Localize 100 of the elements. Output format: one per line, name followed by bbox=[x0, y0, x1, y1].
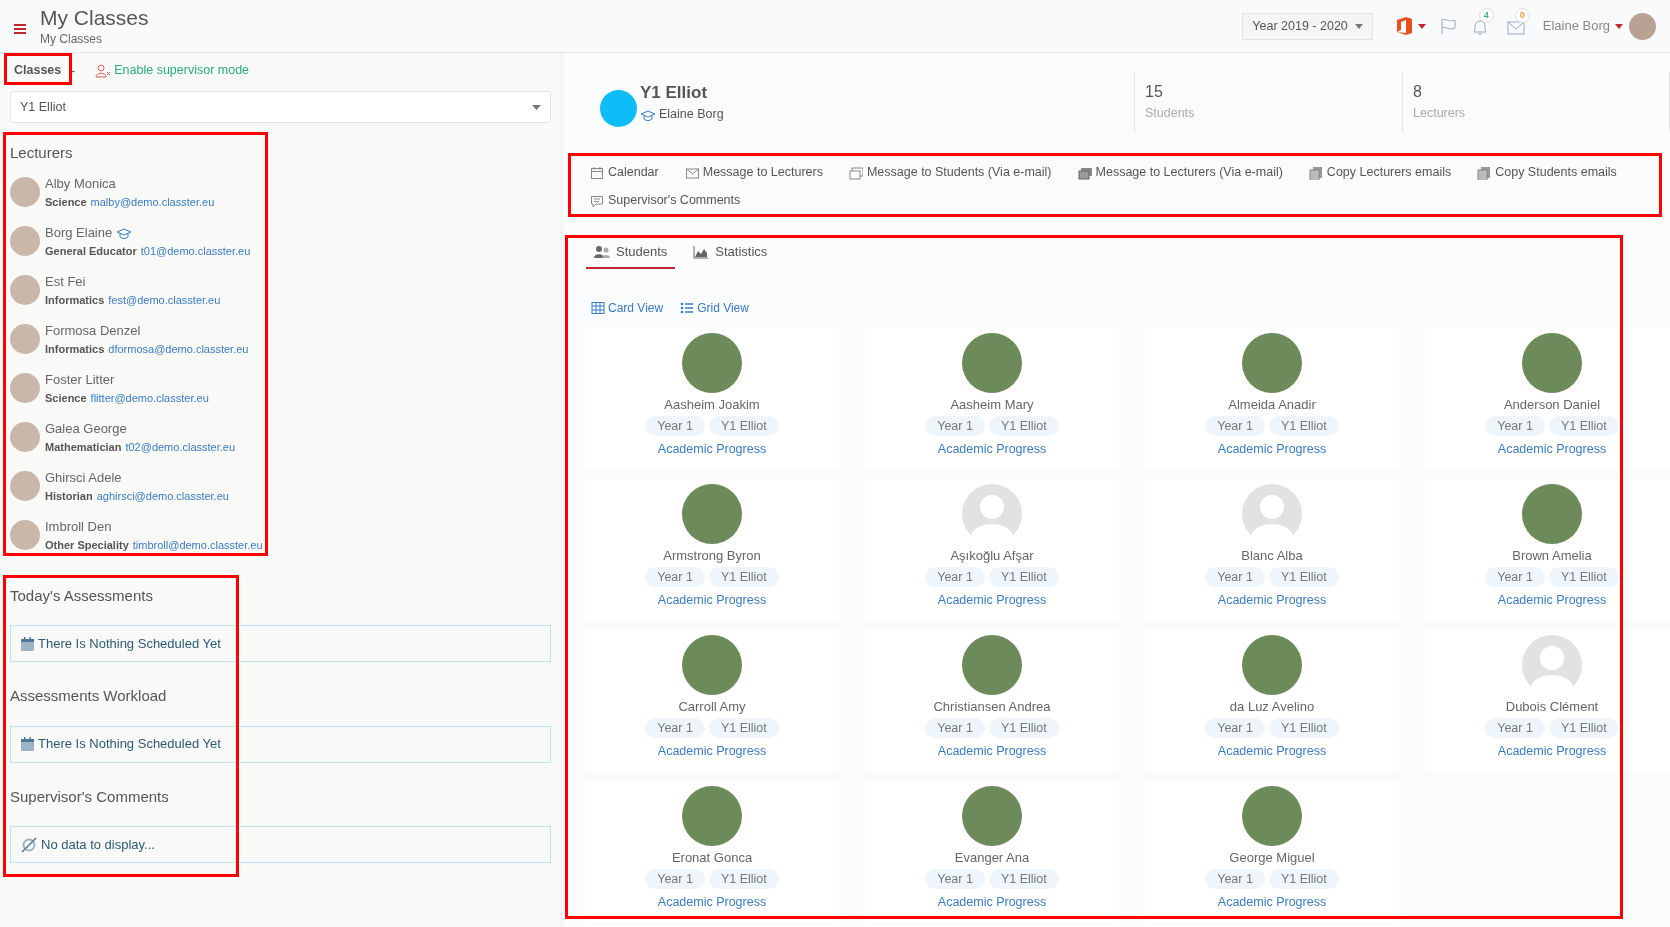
student-name: Eronat Gonca bbox=[671, 849, 753, 867]
caret-icon bbox=[1354, 23, 1363, 29]
academic-progress-link[interactable]: Academic Progress bbox=[1217, 741, 1327, 761]
lecturer-avatar bbox=[10, 177, 40, 207]
student-name: Evanger Ana bbox=[954, 849, 1030, 867]
lecturer-avatar bbox=[10, 422, 40, 452]
academic-progress-link[interactable]: Academic Progress bbox=[937, 590, 1047, 610]
breadcrumb: My Classes bbox=[40, 31, 103, 47]
tab[interactable]: Statistics bbox=[685, 236, 776, 269]
action-button[interactable]: Copy Students emails bbox=[1477, 158, 1617, 187]
annotation-frame bbox=[4, 53, 72, 85]
copy-icon bbox=[1308, 165, 1323, 180]
academic-progress-link[interactable]: Academic Progress bbox=[657, 741, 767, 761]
user-remove-icon bbox=[95, 63, 112, 78]
calendar-icon bbox=[21, 636, 34, 651]
empty-state-notice: No data to display... bbox=[10, 826, 551, 863]
empty-set-icon bbox=[21, 836, 37, 853]
lecturer-specialty: Informatics bbox=[45, 292, 105, 308]
action-button[interactable]: Message to Lecturers (Via e-mail) bbox=[1077, 158, 1283, 187]
bell-icon bbox=[1470, 19, 1489, 36]
academic-progress-link[interactable]: Academic Progress bbox=[937, 741, 1047, 761]
student-name: Aşıkoğlu Afşar bbox=[950, 547, 1034, 565]
section-title: Today's Assessments bbox=[10, 585, 154, 606]
class-tag: Y1 Elliot bbox=[708, 415, 779, 436]
academic-progress-link[interactable]: Academic Progress bbox=[1497, 590, 1607, 610]
action-button[interactable]: Message to Students (Via e-mail) bbox=[848, 158, 1052, 187]
caret-icon bbox=[1417, 23, 1426, 29]
student-name: Dubois Clément bbox=[1505, 698, 1599, 716]
supervisor-mode-link[interactable]: Enable supervisor mode bbox=[95, 61, 250, 80]
academic-progress-link[interactable]: Academic Progress bbox=[937, 892, 1047, 912]
student-photo bbox=[1242, 635, 1302, 695]
student-photo bbox=[962, 333, 1022, 393]
person-silhouette-icon bbox=[1522, 635, 1582, 695]
list-icon bbox=[680, 301, 695, 316]
count-badge: 0 bbox=[1514, 8, 1530, 23]
envelope-icon bbox=[1506, 19, 1525, 36]
lecturer-specialty: Historian bbox=[45, 488, 93, 504]
email-link[interactable]: aghirsci@demo.classter.eu bbox=[96, 487, 229, 504]
teacher-name: Elaine Borg bbox=[659, 106, 724, 124]
email-link[interactable]: malby@demo.classter.eu bbox=[90, 193, 215, 210]
academic-progress-link[interactable]: Academic Progress bbox=[1217, 590, 1327, 610]
lecturer-avatar bbox=[10, 226, 40, 256]
year-tag: Year 1 bbox=[645, 415, 705, 436]
lecturer-name: Imbroll Den bbox=[45, 518, 112, 536]
class-select[interactable]: Y1 Elliot bbox=[10, 91, 551, 123]
action-button[interactable]: Copy Lecturers emails bbox=[1308, 158, 1452, 187]
year-tag: Year 1 bbox=[645, 717, 705, 738]
email-link[interactable]: timbroll@demo.classter.eu bbox=[132, 536, 263, 553]
academic-progress-link[interactable]: Academic Progress bbox=[657, 439, 767, 459]
person-silhouette-icon bbox=[1242, 484, 1302, 544]
year-tag: Year 1 bbox=[645, 566, 705, 587]
email-link[interactable]: fest@demo.classter.eu bbox=[108, 291, 221, 308]
email-link[interactable]: dformosa@demo.classter.eu bbox=[108, 340, 249, 357]
envelopes-icon bbox=[848, 165, 863, 180]
action-button[interactable]: Message to Lecturers bbox=[684, 158, 823, 187]
office-menu-button[interactable] bbox=[1394, 16, 1426, 36]
academic-progress-link[interactable]: Academic Progress bbox=[1497, 741, 1607, 761]
page-title: My Classes bbox=[40, 5, 149, 31]
section-title: Lecturers bbox=[10, 143, 74, 163]
academic-progress-link[interactable]: Academic Progress bbox=[657, 892, 767, 912]
year-tag: Year 1 bbox=[925, 566, 985, 587]
area-chart-icon bbox=[693, 244, 710, 259]
class-tag: Y1 Elliot bbox=[988, 868, 1059, 889]
class-tag: Y1 Elliot bbox=[988, 566, 1059, 587]
class-tag: Y1 Elliot bbox=[988, 717, 1059, 738]
academic-progress-link[interactable]: Academic Progress bbox=[1217, 892, 1327, 912]
caret-icon bbox=[532, 104, 541, 110]
action-button[interactable]: Calendar bbox=[590, 158, 659, 187]
lecturer-name: Ghirsci Adele bbox=[45, 469, 122, 487]
caret-icon bbox=[1615, 23, 1623, 29]
count-badge: 4 bbox=[1478, 8, 1494, 23]
stat-value: 8 bbox=[1413, 82, 1423, 103]
year-tag: Year 1 bbox=[1485, 415, 1545, 436]
tab[interactable]: Students bbox=[586, 236, 676, 269]
lecturer-name: Est Fei bbox=[45, 273, 86, 291]
academic-progress-link[interactable]: Academic Progress bbox=[1217, 439, 1327, 459]
view-toggle[interactable]: Grid View bbox=[680, 299, 749, 318]
year-selector[interactable]: Year 2019 - 2020 bbox=[1242, 12, 1373, 40]
action-button[interactable]: Supervisor's Comments bbox=[590, 186, 741, 215]
student-name: Brown Amelia bbox=[1512, 547, 1592, 565]
year-tag: Year 1 bbox=[1485, 717, 1545, 738]
view-toggle[interactable]: Card View bbox=[591, 299, 664, 318]
class-tag: Y1 Elliot bbox=[1548, 717, 1619, 738]
table-icon bbox=[591, 301, 605, 316]
academic-progress-link[interactable]: Academic Progress bbox=[657, 590, 767, 610]
academic-progress-link[interactable]: Academic Progress bbox=[1497, 439, 1607, 459]
stat-label: Lecturers bbox=[1413, 105, 1467, 123]
lecturer-specialty: Science bbox=[45, 390, 87, 406]
class-tag: Y1 Elliot bbox=[708, 868, 779, 889]
email-link[interactable]: t01@demo.classter.eu bbox=[140, 242, 251, 259]
email-link[interactable]: flitter@demo.classter.eu bbox=[90, 389, 209, 406]
user-menu[interactable]: Elaine Borg bbox=[1542, 16, 1623, 36]
empty-state-notice: There Is Nothing Scheduled Yet bbox=[10, 625, 551, 662]
academic-progress-link[interactable]: Academic Progress bbox=[937, 439, 1047, 459]
calendar-icon bbox=[21, 737, 34, 751]
student-name: Aasheim Mary bbox=[950, 396, 1034, 414]
student-photo bbox=[1242, 786, 1302, 846]
email-link[interactable]: t02@demo.classter.eu bbox=[125, 438, 236, 455]
comment-icon bbox=[590, 193, 604, 208]
student-name: Armstrong Byron bbox=[663, 547, 761, 565]
